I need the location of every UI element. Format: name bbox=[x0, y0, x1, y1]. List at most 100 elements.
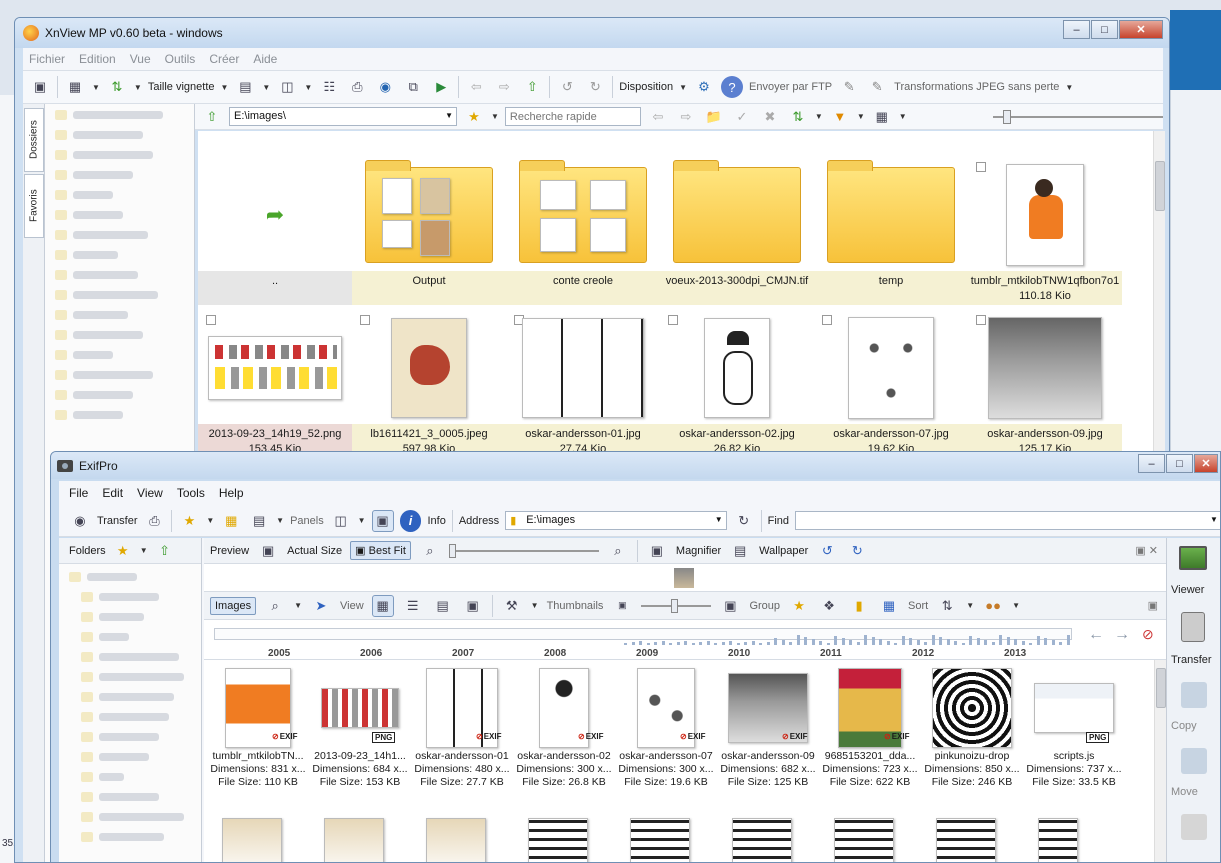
dsc-icon[interactable] bbox=[1181, 814, 1207, 840]
tag-icon[interactable]: ❖ bbox=[818, 595, 840, 617]
thumbnail-image[interactable] bbox=[528, 818, 588, 862]
thumbnail-image[interactable] bbox=[732, 818, 792, 862]
rotate-right-icon[interactable]: ↻ bbox=[584, 76, 606, 98]
chevron-down-icon[interactable]: ▼ bbox=[140, 546, 148, 555]
thumbnail-item[interactable]: EXIF oskar-andersson-01Dimensions: 480 x.… bbox=[412, 660, 512, 806]
thumbnail-grid[interactable]: EXIF tumblr_mtkilobTN...Dimensions: 831 x… bbox=[204, 660, 1154, 862]
new-folder-icon[interactable]: 📁 bbox=[703, 106, 725, 128]
camera-icon[interactable]: ◉ bbox=[69, 510, 91, 532]
thumbnails-scrollbar[interactable] bbox=[1154, 660, 1166, 862]
folder-group-icon[interactable]: ▮ bbox=[848, 595, 870, 617]
copy-label[interactable]: Copy bbox=[1171, 720, 1197, 732]
grid-item-image[interactable]: oskar-andersson-02.jpg 26.82 Kio bbox=[660, 309, 814, 463]
images-tab[interactable]: Images bbox=[210, 596, 257, 615]
grid-item-image[interactable]: lb1611421_3_0005.jpeg 597.98 Kio bbox=[352, 309, 506, 463]
details-view-icon[interactable]: ▤ bbox=[432, 595, 454, 617]
forward-arrow-icon[interactable]: ⇨ bbox=[675, 106, 697, 128]
folders-panel[interactable]: Folders ★ ▼ ⇧ bbox=[59, 538, 202, 862]
wallpaper-icon[interactable]: ▤ bbox=[729, 540, 751, 562]
preview-view-icon[interactable]: ▣ bbox=[462, 595, 484, 617]
exifpro-window[interactable]: ExifPro – □ ✕ File Edit View Tools Help … bbox=[50, 451, 1221, 863]
images-panel-controls[interactable]: ▣ bbox=[1148, 599, 1158, 612]
rotate-right-icon[interactable]: ↻ bbox=[846, 540, 868, 562]
thumbnail-item[interactable]: pinkunoizu-drop Dimensions: 850 x... File … bbox=[922, 660, 1022, 806]
scrollbar-thumb[interactable] bbox=[1155, 161, 1165, 211]
tools-icon[interactable]: ⚒ bbox=[501, 595, 523, 617]
menu-edit[interactable]: Edit bbox=[102, 486, 123, 500]
xnview-title-bar[interactable]: XnView MP v0.60 beta - windows – □ ✕ bbox=[15, 18, 1169, 48]
best-fit-button[interactable]: ▣ Best Fit bbox=[350, 541, 411, 560]
thumbnail-size-button[interactable]: Taille vignette bbox=[148, 81, 215, 93]
refresh-icon[interactable]: ↻ bbox=[733, 510, 755, 532]
thumbnail-item[interactable]: EXIF oskar-andersson-09Dimensions: 682 x.… bbox=[718, 660, 818, 806]
chevron-down-icon[interactable]: ▼ bbox=[276, 516, 284, 525]
preview-zoom-slider[interactable] bbox=[448, 543, 599, 558]
copy-icon[interactable] bbox=[1181, 682, 1207, 708]
grid-icon[interactable]: ▦ bbox=[871, 106, 893, 128]
chevron-down-icon[interactable]: ▼ bbox=[358, 516, 366, 525]
grid-item-image[interactable]: oskar-andersson-01.jpg 27.74 Kio bbox=[506, 309, 660, 463]
thumbnail-item[interactable]: EXIF oskar-andersson-07Dimensions: 300 x.… bbox=[616, 660, 716, 806]
menu-outils[interactable]: Outils bbox=[165, 52, 196, 66]
close-button[interactable]: ✕ bbox=[1119, 20, 1163, 39]
chevron-down-icon[interactable]: ▼ bbox=[715, 515, 723, 524]
thumbnail-size-slider[interactable] bbox=[641, 598, 712, 613]
wallpaper-button[interactable]: Wallpaper bbox=[759, 545, 808, 557]
grid-item-image[interactable]: oskar-andersson-07.jpg 19.62 Kio bbox=[814, 309, 968, 463]
date-timeline[interactable]: 2005 2006 2007 2008 2009 2010 2011 2012 … bbox=[204, 620, 1166, 660]
help-icon[interactable]: ? bbox=[721, 76, 743, 98]
menu-view[interactable]: View bbox=[137, 486, 163, 500]
thumbnail-image[interactable] bbox=[1038, 818, 1078, 862]
list-view-icon[interactable]: ☰ bbox=[402, 595, 424, 617]
info-icon[interactable]: i bbox=[399, 509, 422, 532]
exif-address-input[interactable]: ▮ E:\images ▼ bbox=[505, 511, 727, 530]
chevron-down-icon[interactable]: ▼ bbox=[679, 83, 687, 92]
fullscreen-icon[interactable]: ▣ bbox=[29, 76, 51, 98]
slider-thumb[interactable] bbox=[671, 598, 679, 613]
info-button[interactable]: Info bbox=[427, 515, 445, 527]
menu-tools[interactable]: Tools bbox=[177, 486, 205, 500]
chevron-down-icon[interactable]: ▼ bbox=[92, 83, 100, 92]
viewer-label[interactable]: Viewer bbox=[1171, 584, 1204, 596]
filter-icon[interactable]: ▤ bbox=[234, 76, 256, 98]
panels-label[interactable]: Panels bbox=[290, 515, 324, 527]
menu-aide[interactable]: Aide bbox=[253, 52, 277, 66]
menu-help[interactable]: Help bbox=[219, 486, 244, 500]
chevron-down-icon[interactable]: ▼ bbox=[221, 83, 229, 92]
folders-icon[interactable]: ▦ bbox=[220, 510, 242, 532]
star-icon[interactable]: ★ bbox=[463, 106, 485, 128]
print-icon[interactable]: ⎙ bbox=[346, 76, 368, 98]
chevron-down-icon[interactable]: ▼ bbox=[262, 83, 270, 92]
grid-item-image[interactable]: 2013-09-23_14h19_52.png 153.45 Kio bbox=[198, 309, 352, 463]
transform-icon[interactable]: ✎ bbox=[866, 76, 888, 98]
grid-item-image[interactable]: oskar-andersson-09.jpg 125.17 Kio bbox=[968, 309, 1122, 463]
grid-item-folder[interactable]: conte creole bbox=[506, 156, 660, 310]
menu-edition[interactable]: Edition bbox=[79, 52, 116, 66]
view-mode-icon[interactable]: ▦ bbox=[64, 76, 86, 98]
tab-dossiers[interactable]: Dossiers bbox=[24, 108, 44, 172]
chevron-down-icon[interactable]: ▼ bbox=[1210, 515, 1218, 524]
up-folder-icon[interactable]: ⇧ bbox=[201, 106, 223, 128]
chevron-down-icon[interactable]: ▼ bbox=[857, 112, 865, 121]
zoom-out-icon[interactable]: ⌕ bbox=[419, 540, 441, 562]
minimize-button[interactable]: – bbox=[1138, 454, 1165, 473]
move-icon[interactable] bbox=[1181, 748, 1207, 774]
search-icon[interactable]: ⌕ bbox=[264, 595, 286, 617]
layout-icon[interactable]: ▤ bbox=[248, 510, 270, 532]
maximize-button[interactable]: □ bbox=[1091, 20, 1118, 39]
ftp-send-button[interactable]: Envoyer par FTP bbox=[749, 81, 832, 93]
transfer-button[interactable]: Transfer bbox=[97, 515, 138, 527]
disposition-button[interactable]: Disposition bbox=[619, 81, 673, 93]
transfer-label[interactable]: Transfer bbox=[1171, 654, 1212, 666]
forward-arrow-icon[interactable]: ⇨ bbox=[493, 76, 515, 98]
image-view-icon[interactable]: ▣ bbox=[371, 509, 394, 532]
menu-creer[interactable]: Créer bbox=[209, 52, 239, 66]
up-arrow-icon[interactable]: ⇧ bbox=[154, 540, 176, 562]
exifpro-title-bar[interactable]: ExifPro – □ ✕ bbox=[51, 452, 1220, 479]
sort-arrows-icon[interactable]: ⇅ bbox=[106, 76, 128, 98]
small-thumb-icon[interactable]: ▣ bbox=[611, 595, 633, 617]
timeline-clear-icon[interactable]: ⊘ bbox=[1142, 626, 1154, 643]
menu-fichier[interactable]: Fichier bbox=[29, 52, 65, 66]
back-arrow-icon[interactable]: ⇦ bbox=[465, 76, 487, 98]
rotate-left-icon[interactable]: ↺ bbox=[556, 76, 578, 98]
